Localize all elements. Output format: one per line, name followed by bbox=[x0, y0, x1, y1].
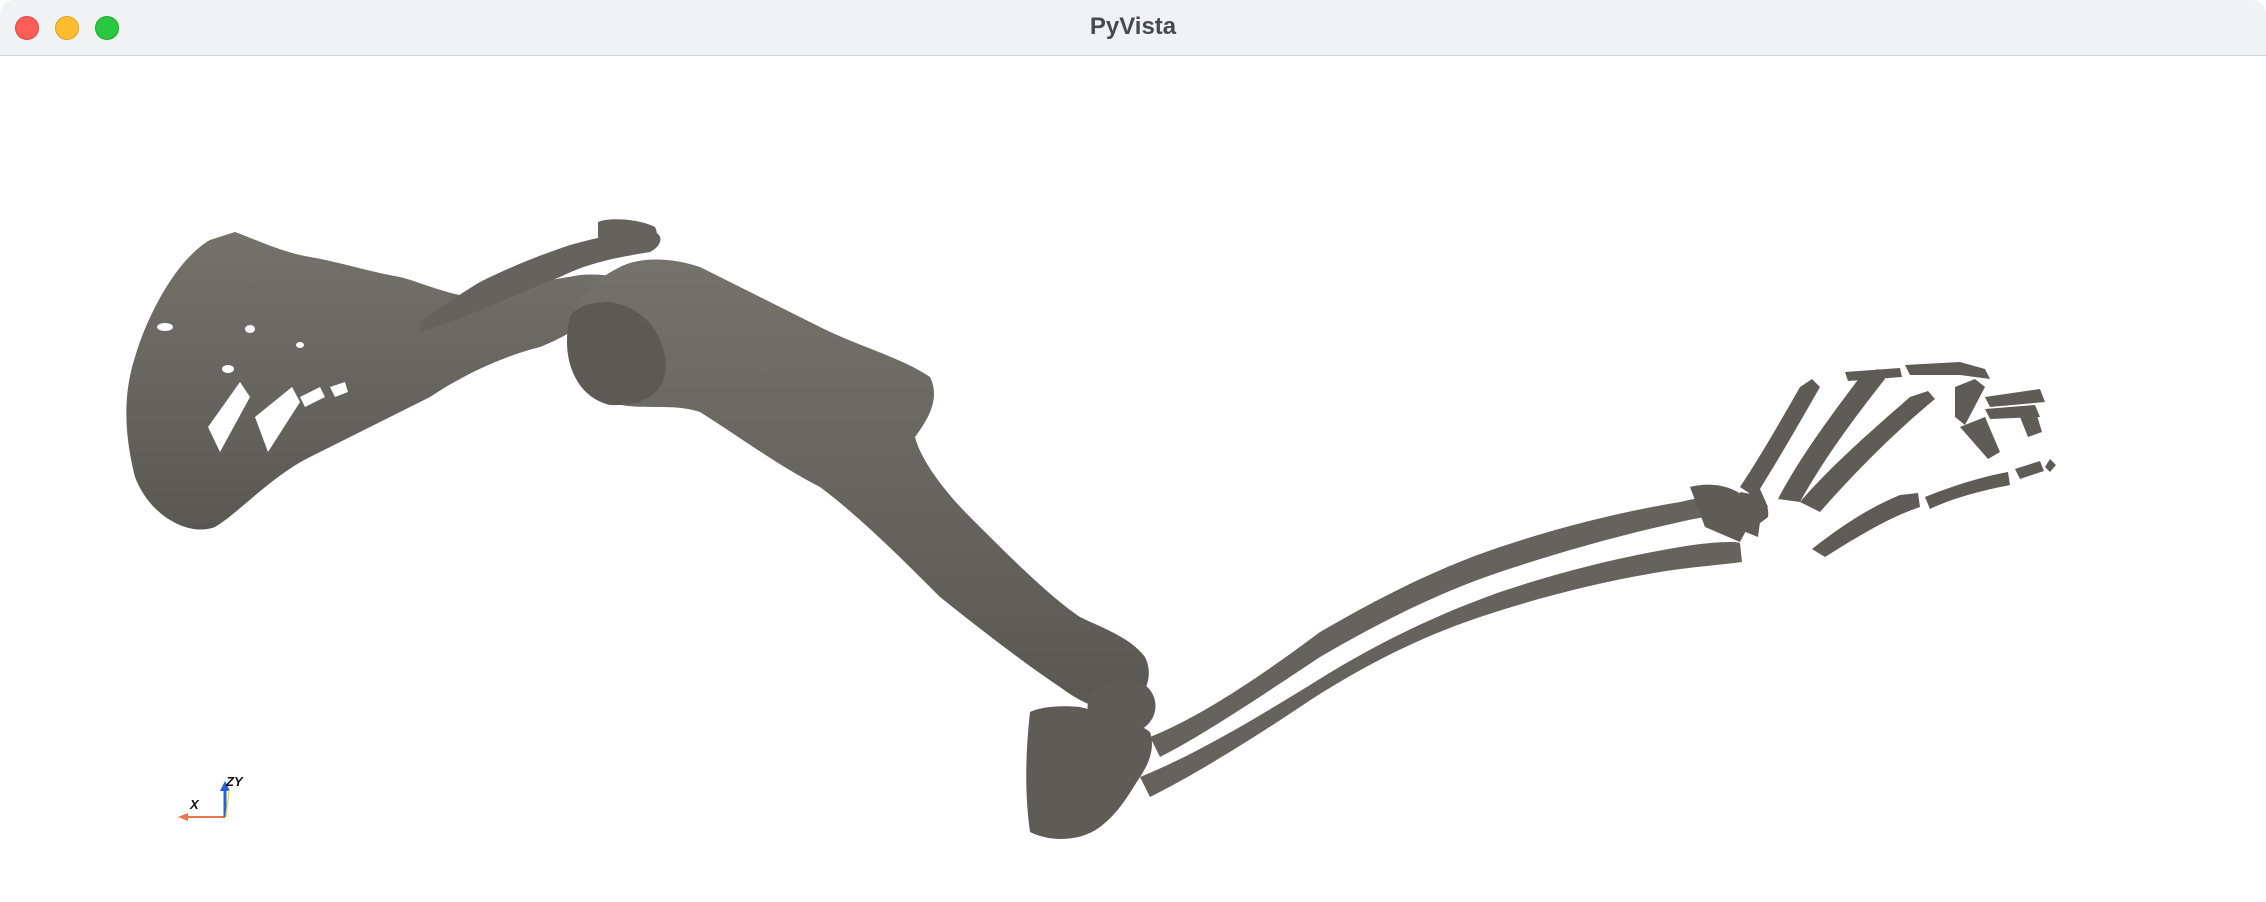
pyvista-window: PyVista X Z Y bbox=[0, 0, 2266, 902]
title-bar[interactable]: PyVista bbox=[0, 0, 2266, 56]
bone-mesh-render[interactable]: X Z Y bbox=[0, 57, 2266, 902]
elbow-top-mesh bbox=[1087, 681, 1156, 735]
render-viewport[interactable]: X Z Y bbox=[0, 57, 2266, 902]
humerus-mesh bbox=[572, 259, 1149, 709]
hand-bones bbox=[1690, 362, 2056, 557]
x-axis-arrow-icon bbox=[178, 813, 188, 821]
orientation-axes-widget: X Z Y bbox=[178, 774, 244, 821]
y-axis-label: Y bbox=[234, 774, 244, 789]
x-axis-label: X bbox=[189, 797, 200, 812]
window-title: PyVista bbox=[1089, 13, 1177, 40]
